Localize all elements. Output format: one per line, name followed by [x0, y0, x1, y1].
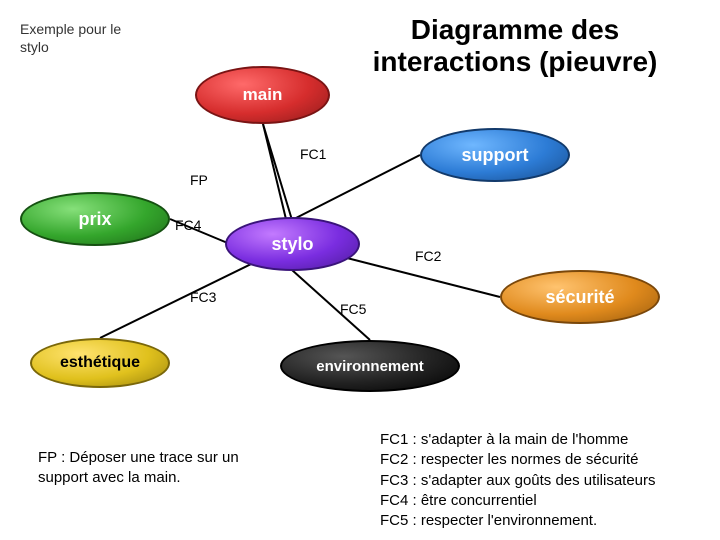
title-l1: Diagramme des [411, 14, 620, 45]
legend-fc5: FC5 : respecter l'environnement. [380, 512, 597, 529]
edge-fc5: FC5 [340, 301, 366, 317]
example-subtitle: Exemple pour le stylo [20, 20, 121, 56]
legend-fc4: FC4 : être concurrentiel [380, 492, 537, 509]
node-support: support [420, 128, 570, 182]
legend-fc3: FC3 : s'adapter aux goûts des utilisateu… [380, 472, 656, 489]
edge-fc1: FC1 [300, 146, 326, 162]
page-title: Diagramme des interactions (pieuvre) [330, 14, 700, 78]
edge-fc2: FC2 [415, 248, 441, 264]
legend-fp-l2: support avec la main. [38, 469, 181, 486]
subtitle-l2: stylo [20, 39, 49, 55]
node-securite: sécurité [500, 270, 660, 324]
edge-fc3: FC3 [190, 289, 216, 305]
edge-fp: FP [190, 172, 208, 188]
node-esthetique: esthétique [30, 338, 170, 388]
legend-fp: FP : Déposer une trace sur un support av… [38, 448, 338, 489]
legend-fc: FC1 : s'adapter à la main de l'homme FC2… [380, 430, 710, 531]
node-prix: prix [20, 192, 170, 246]
node-environnement: environnement [280, 340, 460, 392]
legend-fc2: FC2 : respecter les normes de sécurité [380, 451, 638, 468]
title-l2: interactions (pieuvre) [373, 46, 658, 77]
node-stylo: stylo [225, 217, 360, 271]
legend-fp-l1: FP : Déposer une trace sur un [38, 449, 239, 466]
edge-fc4: FC4 [175, 217, 201, 233]
node-main: main [195, 66, 330, 124]
subtitle-l1: Exemple pour le [20, 21, 121, 37]
legend-fc1: FC1 : s'adapter à la main de l'homme [380, 431, 628, 448]
